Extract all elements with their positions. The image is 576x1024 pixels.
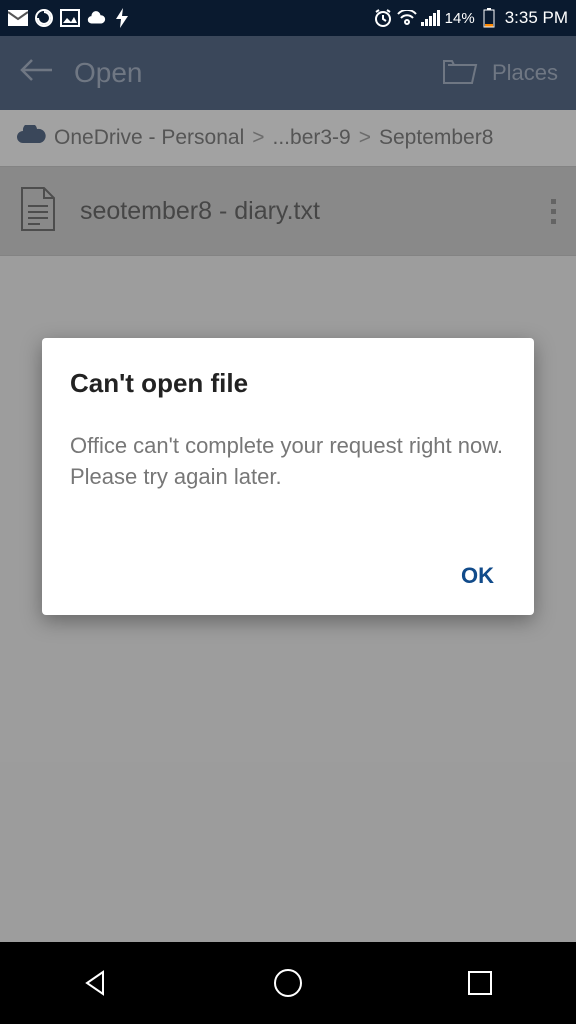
status-left [8, 8, 132, 28]
wifi-icon [397, 8, 417, 28]
gmail-icon [8, 8, 28, 28]
lightning-icon [112, 8, 132, 28]
error-dialog: Can't open file Office can't complete yo… [42, 338, 534, 615]
image-icon [60, 8, 80, 28]
nav-back-button[interactable] [76, 963, 116, 1003]
dialog-actions: OK [70, 555, 506, 597]
battery-percent: 14% [445, 10, 475, 27]
dialog-message: Office can't complete your request right… [70, 431, 506, 493]
android-nav-bar [0, 942, 576, 1024]
alarm-icon [373, 8, 393, 28]
cloud-icon [86, 8, 106, 28]
clock-time: 3:35 PM [505, 8, 568, 28]
dialog-title: Can't open file [70, 368, 506, 399]
ok-button[interactable]: OK [449, 555, 506, 597]
sync-icon [34, 8, 54, 28]
nav-home-button[interactable] [268, 963, 308, 1003]
signal-icon [421, 8, 441, 28]
battery-icon [479, 8, 499, 28]
nav-recent-button[interactable] [460, 963, 500, 1003]
status-bar: 14% 3:35 PM [0, 0, 576, 36]
status-right: 14% 3:35 PM [373, 8, 568, 28]
